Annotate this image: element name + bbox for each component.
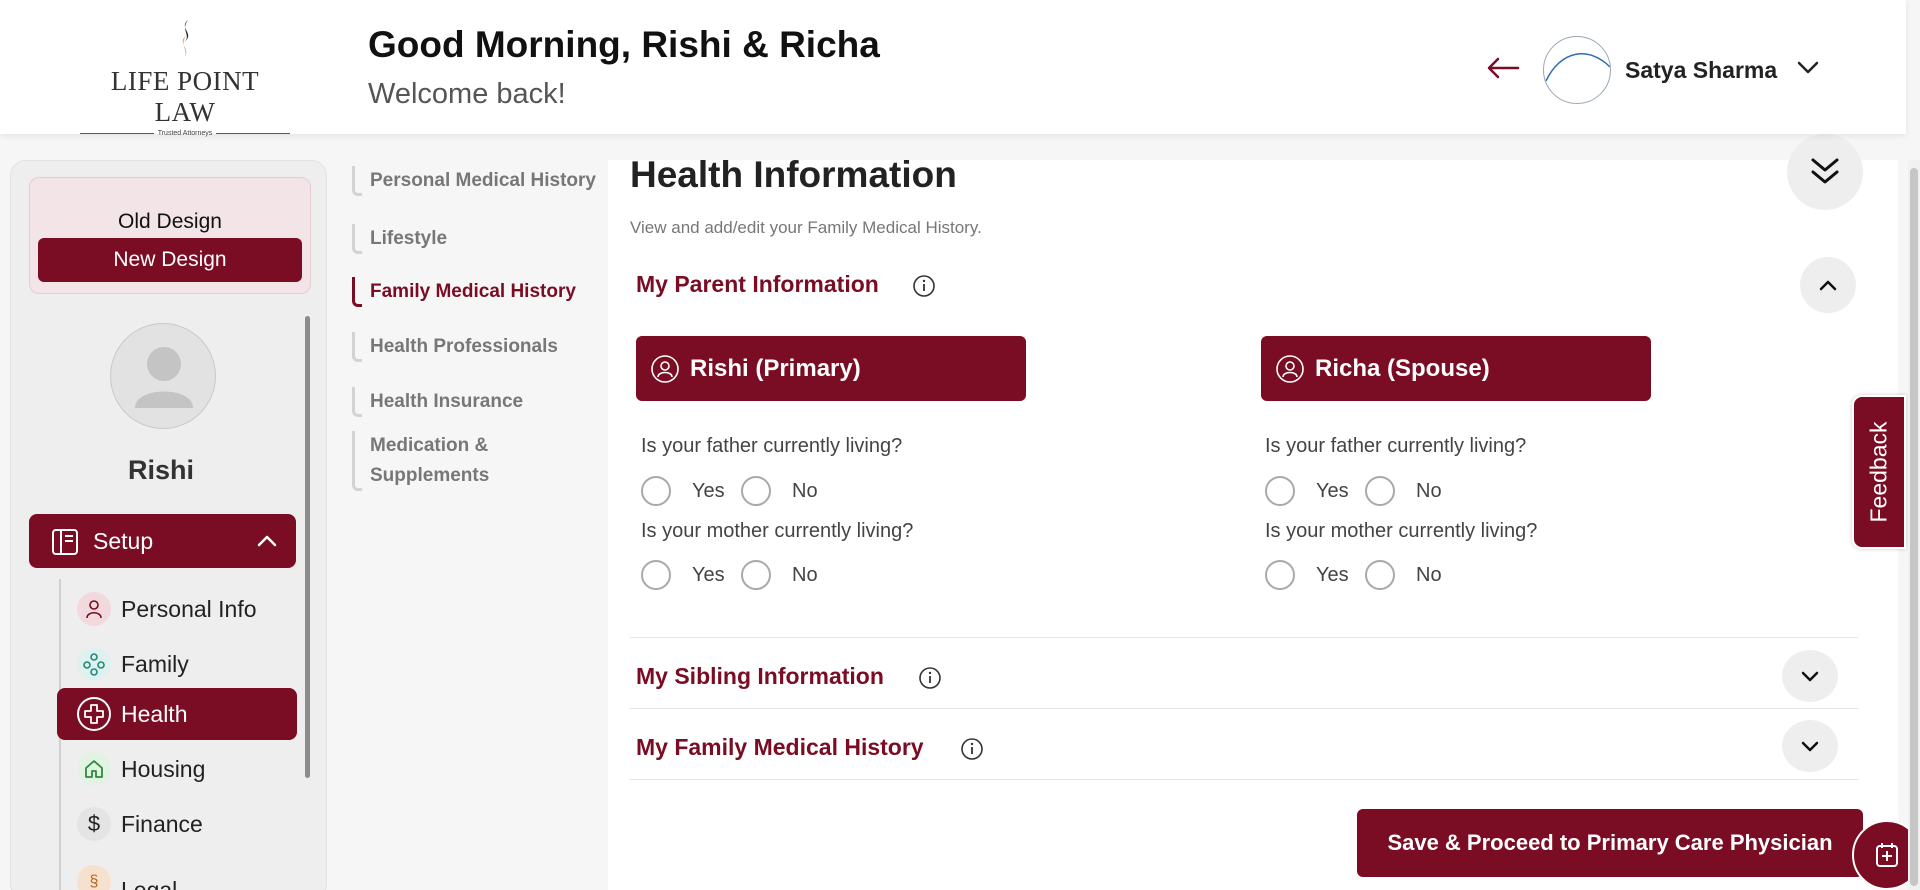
mother-living-yes-radio[interactable] bbox=[641, 560, 671, 590]
person-placeholder-icon bbox=[135, 347, 193, 408]
mother-living-question: Is your mother currently living? bbox=[641, 520, 914, 542]
info-icon[interactable] bbox=[960, 737, 984, 761]
father-living-question: Is your father currently living? bbox=[641, 435, 903, 457]
back-arrow-icon[interactable] bbox=[1486, 56, 1520, 80]
sibling-section-expand-button[interactable] bbox=[1782, 650, 1838, 702]
greeting-block: Good Morning, Rishi & Richa Welcome back… bbox=[368, 24, 880, 111]
sidebar-item-housing[interactable]: Housing bbox=[57, 743, 297, 795]
father-living-no-radio[interactable] bbox=[741, 476, 771, 506]
family-icon bbox=[77, 647, 111, 681]
section-divider bbox=[630, 637, 1858, 638]
sidebar-item-label: Personal Info bbox=[121, 596, 257, 622]
sidebar-item-label: Family bbox=[121, 651, 189, 677]
sidebar-item-label: Finance bbox=[121, 811, 203, 837]
left-sidebar: Old Design New Design Rishi Setup Person… bbox=[10, 160, 327, 890]
sidebar-item-health[interactable]: Health bbox=[57, 688, 297, 740]
spouse-father-living-question: Is your father currently living? bbox=[1265, 435, 1527, 457]
radio-label-yes: Yes bbox=[692, 564, 725, 586]
sidebar-scrollbar[interactable] bbox=[305, 316, 310, 778]
primary-person-card: Rishi (Primary) bbox=[636, 336, 1026, 401]
subnav-family-medical-history[interactable]: Family Medical History bbox=[350, 277, 608, 307]
logo-tagline: Trusted Attorneys bbox=[157, 130, 213, 137]
spouse-mother-living-no-radio[interactable] bbox=[1365, 560, 1395, 590]
subnav-personal-medical-history[interactable]: Personal Medical History bbox=[350, 166, 608, 196]
subnav-health-professionals[interactable]: Health Professionals bbox=[350, 332, 608, 362]
feedback-tab[interactable]: Feedback bbox=[1852, 395, 1906, 549]
top-header: LIFE POINT LAW Trusted Attorneys Good Mo… bbox=[0, 0, 1906, 137]
book-icon bbox=[52, 529, 78, 555]
radio-label-no: No bbox=[792, 480, 818, 502]
profile-avatar bbox=[110, 323, 216, 429]
person-icon bbox=[77, 592, 111, 626]
info-icon[interactable] bbox=[918, 666, 942, 690]
person-circle-icon bbox=[1276, 354, 1304, 383]
old-design-option[interactable]: Old Design bbox=[30, 210, 310, 234]
section-divider bbox=[630, 779, 1858, 780]
parent-section-title[interactable]: My Parent Information bbox=[636, 271, 879, 298]
radio-label-no: No bbox=[1416, 564, 1442, 586]
subnav-medication-supplements[interactable]: Medication & Supplements bbox=[350, 431, 608, 491]
radio-label-no: No bbox=[792, 564, 818, 586]
spouse-father-living-yes-radio[interactable] bbox=[1265, 476, 1295, 506]
feedback-label: Feedback bbox=[1865, 421, 1892, 523]
chevron-up-icon bbox=[257, 535, 277, 547]
greeting-title: Good Morning, Rishi & Richa bbox=[368, 24, 880, 65]
radio-label-yes: Yes bbox=[692, 480, 725, 502]
save-proceed-button[interactable]: Save & Proceed to Primary Care Physician bbox=[1357, 809, 1863, 877]
sidebar-item-label: Legal bbox=[121, 877, 178, 890]
family-history-section-expand-button[interactable] bbox=[1782, 720, 1838, 772]
design-switcher: Old Design New Design bbox=[29, 177, 311, 294]
chevron-down-icon bbox=[1801, 671, 1819, 682]
setup-label: Setup bbox=[93, 528, 154, 554]
info-icon[interactable] bbox=[912, 274, 936, 298]
collapse-all-button[interactable] bbox=[1787, 134, 1863, 210]
spouse-person-card: Richa (Spouse) bbox=[1261, 336, 1651, 401]
chevron-down-icon[interactable] bbox=[1796, 60, 1820, 76]
sidebar-item-label: Health bbox=[121, 701, 188, 727]
radio-label-no: No bbox=[1416, 480, 1442, 502]
subnav-lifestyle[interactable]: Lifestyle bbox=[350, 224, 608, 254]
setup-menu-toggle[interactable]: Setup bbox=[29, 514, 296, 568]
father-living-yes-radio[interactable] bbox=[641, 476, 671, 506]
sidebar-item-family[interactable]: Family bbox=[57, 638, 297, 690]
sibling-section-title[interactable]: My Sibling Information bbox=[636, 663, 884, 690]
legal-icon: § bbox=[77, 865, 111, 890]
sidebar-item-personal-info[interactable]: Personal Info bbox=[57, 583, 297, 635]
spouse-mother-living-yes-radio[interactable] bbox=[1265, 560, 1295, 590]
parent-section-collapse-button[interactable] bbox=[1800, 257, 1856, 313]
user-avatar[interactable] bbox=[1543, 36, 1611, 104]
home-icon bbox=[77, 752, 111, 786]
person-circle-icon bbox=[651, 354, 679, 383]
double-chevron-down-icon bbox=[1811, 158, 1839, 184]
add-note-icon bbox=[1876, 843, 1898, 867]
section-divider bbox=[630, 708, 1858, 709]
radio-label-yes: Yes bbox=[1316, 564, 1349, 586]
profile-name: Rishi bbox=[127, 455, 194, 485]
person-name: Rishi (Primary) bbox=[690, 354, 861, 382]
dollar-icon: $ bbox=[77, 807, 111, 841]
health-cross-icon bbox=[77, 697, 111, 731]
company-logo[interactable]: LIFE POINT LAW Trusted Attorneys bbox=[80, 18, 291, 137]
mother-living-no-radio[interactable] bbox=[741, 560, 771, 590]
chevron-up-icon bbox=[1819, 280, 1837, 291]
family-history-section-title[interactable]: My Family Medical History bbox=[636, 734, 924, 761]
new-design-button[interactable]: New Design bbox=[38, 238, 302, 282]
person-name: Richa (Spouse) bbox=[1315, 354, 1490, 382]
sidebar-item-legal[interactable]: § Legal bbox=[57, 851, 297, 890]
page-title: Health Information bbox=[630, 154, 957, 195]
spouse-mother-living-question: Is your mother currently living? bbox=[1265, 520, 1538, 542]
logo-name: LIFE POINT LAW bbox=[110, 66, 260, 127]
sidebar-item-finance[interactable]: $ Finance bbox=[57, 798, 297, 850]
welcome-text: Welcome back! bbox=[368, 78, 566, 110]
chevron-down-icon bbox=[1801, 741, 1819, 752]
sidebar-item-label: Housing bbox=[121, 756, 206, 782]
subnav-health-insurance[interactable]: Health Insurance bbox=[350, 387, 608, 417]
spouse-father-living-no-radio[interactable] bbox=[1365, 476, 1395, 506]
logo-flame-icon bbox=[182, 20, 189, 60]
page-scrollbar-thumb[interactable] bbox=[1910, 168, 1918, 886]
avatar-image-icon bbox=[1545, 53, 1610, 82]
radio-label-yes: Yes bbox=[1316, 480, 1349, 502]
page-subtitle: View and add/edit your Family Medical Hi… bbox=[630, 218, 982, 237]
user-name[interactable]: Satya Sharma bbox=[1625, 57, 1777, 84]
